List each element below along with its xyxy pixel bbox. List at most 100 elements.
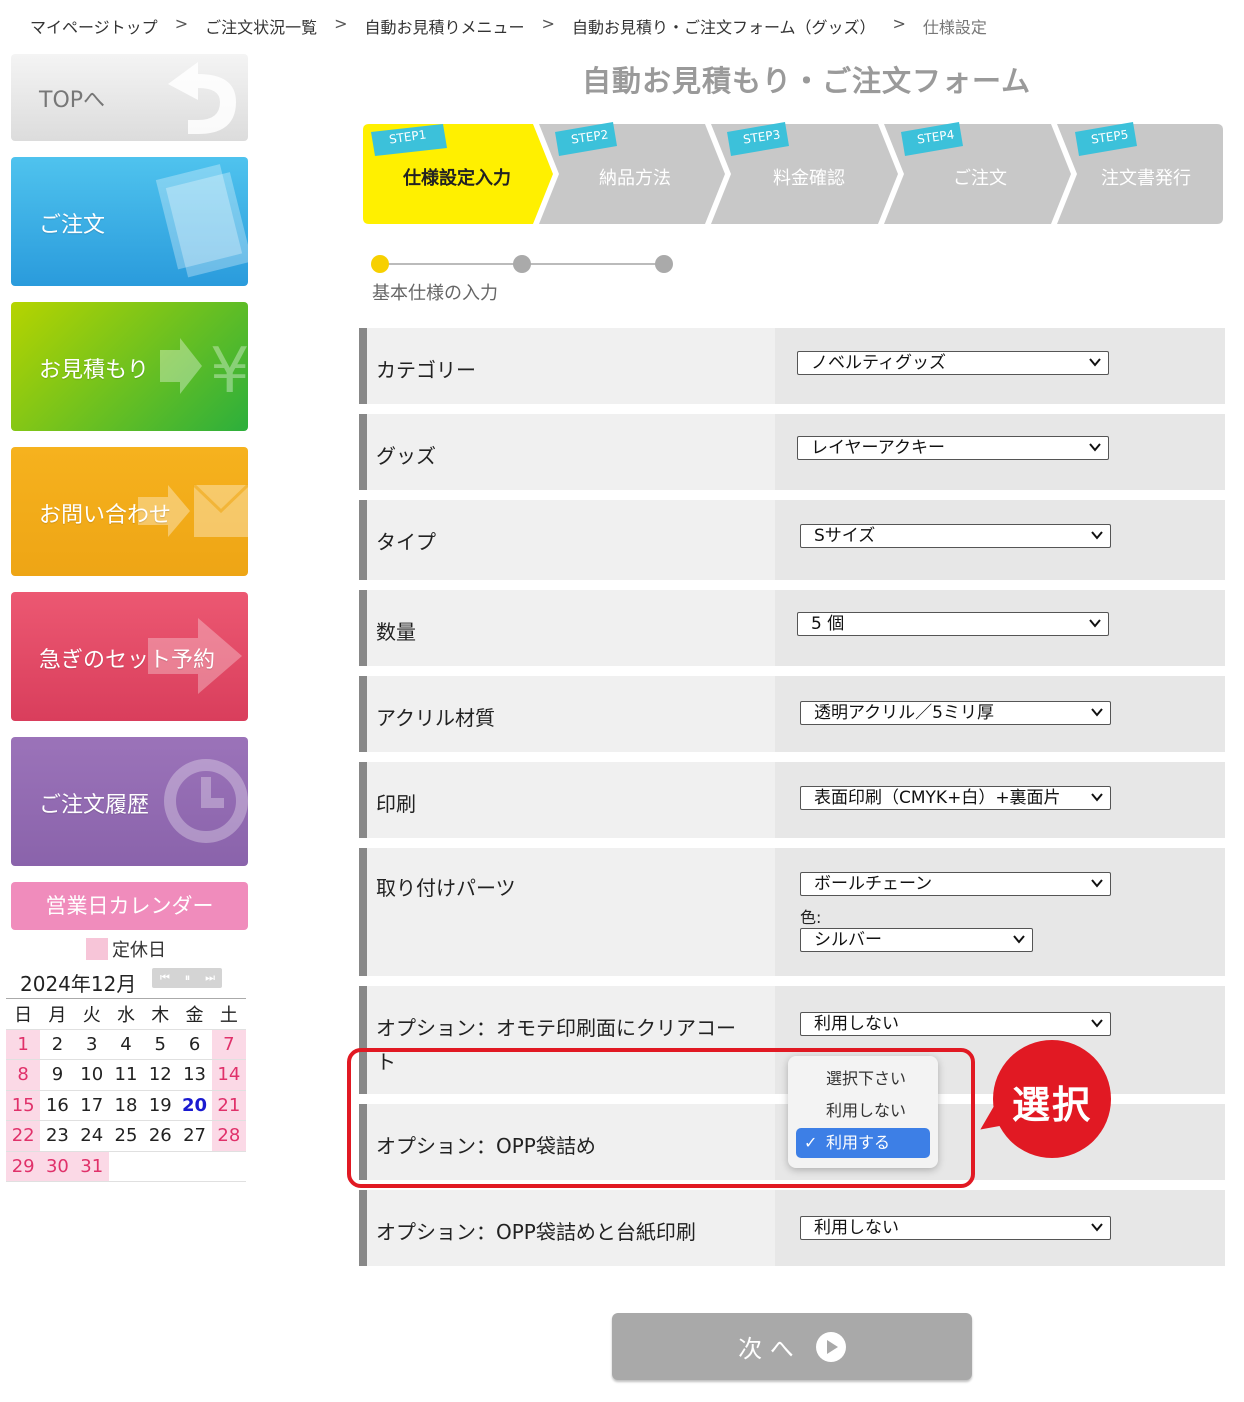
order-history-button-label: ご注文履歴 (39, 793, 150, 818)
row-quantity-label: 数量 (359, 590, 775, 666)
row-type-value: Sサイズ (775, 500, 1225, 580)
calendar-week: 15 16 17 18 19 20 21 (6, 1090, 246, 1121)
top-button[interactable]: TOPへ (11, 54, 248, 141)
row-category-value: ノベルティグッズ (775, 328, 1225, 404)
estimate-button[interactable]: ¥ お見積もり (11, 302, 248, 431)
chevron-down-icon (1091, 708, 1103, 717)
row-material: アクリル材質 透明アクリル／5ミリ厚 (359, 676, 1225, 752)
type-select[interactable]: Sサイズ (800, 524, 1111, 548)
calendar-prev-icon[interactable]: ⏮ (160, 971, 170, 985)
return-arrow-icon (168, 62, 236, 134)
row-quantity-value: 5 個 (775, 590, 1225, 666)
calendar-grid: 日 月 火 水 木 金 土 1 2 3 4 5 6 7 8 9 10 11 12… (6, 998, 246, 1182)
breadcrumb-mypage[interactable]: マイページトップ (30, 14, 158, 38)
breadcrumb-current: 仕様設定 (922, 18, 987, 37)
svg-text:¥: ¥ (210, 334, 248, 407)
play-icon (815, 1331, 846, 1362)
step5-label: 注文書発行 (1101, 168, 1191, 189)
row-category-label: カテゴリー (359, 328, 775, 404)
calendar-current-icon[interactable]: ⏸ (185, 971, 190, 985)
row-print: 印刷 表面印刷（CMYK+白）+裏面片 (359, 762, 1225, 838)
opp-mount-select[interactable]: 利用しない (800, 1216, 1111, 1240)
form-title: 自動お見積もり・ご注文フォーム (582, 64, 1032, 98)
dropdown-option-not-use[interactable]: 利用しない (796, 1096, 930, 1126)
yen-arrow-icon: ¥ (160, 334, 248, 407)
row-parts-label: 取り付けパーツ (359, 848, 775, 976)
breadcrumb: マイページトップ > ご注文状況一覧 > 自動お見積りメニュー > 自動お見積り… (30, 14, 987, 38)
breadcrumb-estimate-menu[interactable]: 自動お見積りメニュー (365, 14, 525, 38)
calendar-day: 27 (177, 1120, 212, 1152)
row-parts-value: ボールチェーン 色: シルバー (775, 848, 1225, 976)
row-goods: グッズ レイヤーアクキー (359, 414, 1225, 490)
calendar-day (211, 1151, 246, 1182)
calendar-day: 7 (211, 1029, 246, 1060)
order-history-button[interactable]: ご注文履歴 (11, 737, 248, 866)
chevron-down-icon (1089, 619, 1101, 628)
calendar-day: 10 (74, 1059, 109, 1091)
step-progress-bar: STEP1 仕様設定入力 STEP2 納品方法 STEP3 料金確認 STEP4… (363, 120, 1223, 226)
weekday-fri: 金 (177, 998, 212, 1030)
order-button[interactable]: ご注文 (11, 157, 248, 286)
sub-progress-label: 基本仕様の入力 (372, 283, 498, 304)
rush-reservation-button[interactable]: 急ぎのセット予約 (11, 592, 248, 721)
clearcoat-select[interactable]: 利用しない (800, 1012, 1111, 1036)
dropdown-option-use[interactable]: ✓ 利用する (796, 1128, 930, 1158)
holiday-swatch (86, 938, 108, 960)
calendar-week: 8 9 10 11 12 13 14 (6, 1059, 246, 1091)
breadcrumb-order-status[interactable]: ご注文状況一覧 (205, 14, 317, 38)
next-button[interactable]: 次 へ (612, 1313, 972, 1380)
calendar-day: 25 (108, 1120, 144, 1152)
rush-reservation-button-label: 急ぎのセット予約 (39, 648, 216, 673)
calendar-day: 3 (74, 1029, 109, 1060)
calendar-day: 22 (6, 1120, 41, 1152)
calendar-day: 5 (143, 1029, 178, 1060)
row-print-value: 表面印刷（CMYK+白）+裏面片 (775, 762, 1225, 838)
parts-select[interactable]: ボールチェーン (800, 872, 1111, 896)
calendar-day: 19 (143, 1090, 178, 1121)
print-select[interactable]: 表面印刷（CMYK+白）+裏面片 (800, 786, 1111, 810)
calendar-day: 18 (108, 1090, 144, 1121)
chevron-down-icon (1013, 935, 1025, 944)
history-clock-icon (164, 759, 248, 843)
goods-select[interactable]: レイヤーアクキー (797, 436, 1109, 460)
calendar-day: 8 (6, 1059, 41, 1091)
calendar-day: 6 (177, 1029, 212, 1060)
row-opp-mount-label: オプション：OPP袋詰めと台紙印刷 (359, 1190, 775, 1266)
quantity-select[interactable]: 5 個 (797, 612, 1109, 636)
calendar-day: 13 (177, 1059, 212, 1091)
calendar-day: 24 (74, 1120, 109, 1152)
dropdown-option-select[interactable]: 選択下さい (796, 1064, 930, 1094)
row-goods-value: レイヤーアクキー (775, 414, 1225, 490)
parts-color-select[interactable]: シルバー (800, 928, 1033, 952)
top-button-label: TOPへ (39, 88, 106, 113)
weekday-sun: 日 (6, 998, 41, 1030)
weekday-wed: 水 (108, 998, 144, 1030)
weekday-sat: 土 (211, 998, 246, 1030)
category-select[interactable]: ノベルティグッズ (797, 351, 1109, 375)
breadcrumb-order-form[interactable]: 自動お見積り・ご注文フォーム（グッズ） (572, 14, 876, 38)
row-print-label: 印刷 (359, 762, 775, 838)
calendar-week: 22 23 24 25 26 27 28 (6, 1120, 246, 1152)
calendar-day: 28 (211, 1120, 246, 1152)
chevron-down-icon (1091, 879, 1103, 888)
contact-button[interactable]: お問い合わせ (11, 447, 248, 576)
calendar-legend: 定休日 (86, 936, 166, 962)
calendar-month: 2024年12月 (20, 972, 137, 996)
chevron-down-icon (1091, 1223, 1103, 1232)
calendar-day: 16 (40, 1090, 75, 1121)
row-quantity: 数量 5 個 (359, 590, 1225, 666)
sub-progress-dot-1 (371, 255, 389, 273)
calendar-day-today: 20 (177, 1090, 212, 1121)
opp-dropdown-menu: 選択下さい 利用しない ✓ 利用する (788, 1056, 938, 1168)
row-type-label: タイプ (359, 500, 775, 580)
material-select[interactable]: 透明アクリル／5ミリ厚 (800, 701, 1111, 725)
weekday-tue: 火 (74, 998, 109, 1030)
row-opp-mount: オプション：OPP袋詰めと台紙印刷 利用しない (359, 1190, 1225, 1266)
calendar-day: 11 (108, 1059, 144, 1091)
calendar-next-icon[interactable]: ⏭ (205, 971, 215, 985)
row-goods-label: グッズ (359, 414, 775, 490)
calendar-day: 4 (108, 1029, 144, 1060)
row-category: カテゴリー ノベルティグッズ (359, 328, 1225, 404)
calendar-day: 26 (143, 1120, 178, 1152)
chevron-down-icon (1091, 531, 1103, 540)
